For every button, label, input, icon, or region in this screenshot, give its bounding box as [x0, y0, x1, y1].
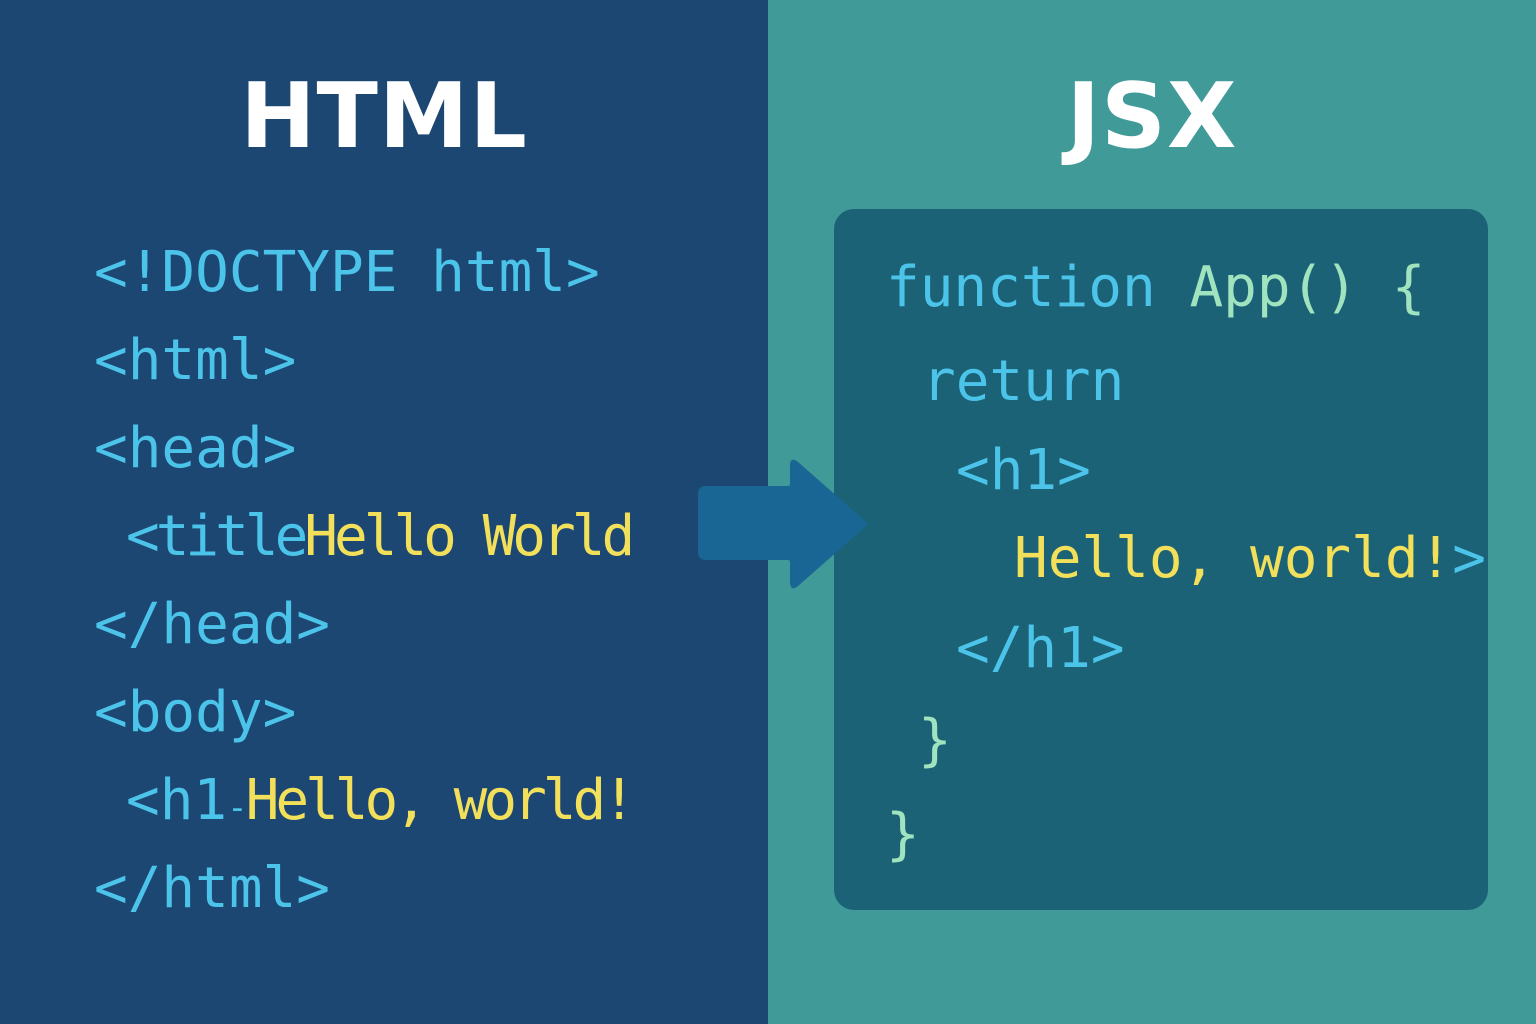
title-tag: <title	[126, 504, 308, 569]
html-code-line: </head>	[94, 592, 331, 657]
jsx-code-line: return	[922, 349, 1125, 414]
html-code-line: <head>	[94, 416, 297, 481]
html-code-line: </html>	[94, 856, 331, 921]
h1-tag: <h1	[126, 768, 228, 833]
jsx-h1-close-bracket: >	[1452, 526, 1487, 591]
html-code-line: <h1-Hello, world!	[126, 768, 636, 840]
jsx-code-line: </h1>	[956, 616, 1125, 681]
jsx-code-line: }	[886, 802, 920, 867]
title-text: Hello World	[304, 504, 635, 569]
html-heading: HTML	[240, 64, 528, 169]
html-code-line: <titleHello World	[126, 504, 635, 569]
jsx-code-line: <h1>	[956, 438, 1091, 503]
function-keyword: function	[886, 255, 1156, 320]
h1-dash: -	[227, 788, 248, 828]
html-code-line: <html>	[94, 328, 297, 393]
right-arrow-icon	[698, 459, 867, 589]
html-code-line: <!DOCTYPE html>	[94, 240, 600, 305]
jsx-code-line: function App() {	[886, 256, 1425, 320]
jsx-h1-text: Hello, world!	[1014, 526, 1453, 591]
jsx-code-line: Hello, world!>	[1014, 527, 1486, 591]
function-name: App() {	[1189, 255, 1426, 320]
h1-text: Hello, world!	[245, 768, 636, 833]
jsx-code-line: }	[918, 708, 952, 773]
html-code-line: <body>	[94, 680, 297, 745]
jsx-heading: JSX	[1066, 64, 1238, 169]
